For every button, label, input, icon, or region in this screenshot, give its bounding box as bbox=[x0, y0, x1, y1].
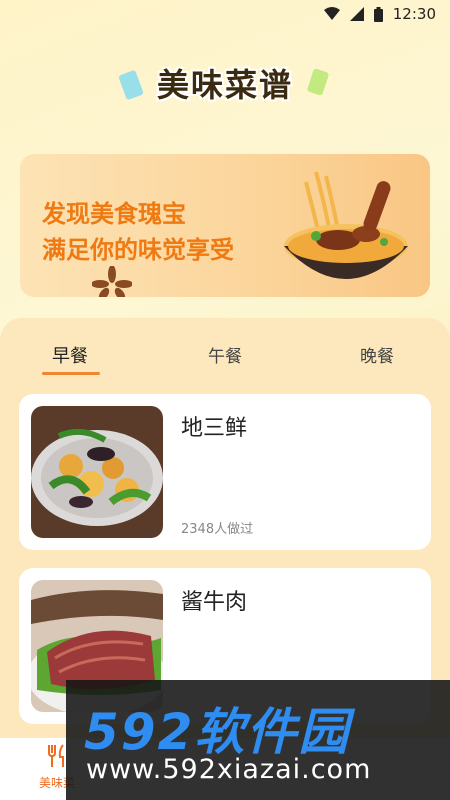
tab-dinner[interactable]: 晚餐 bbox=[360, 342, 394, 367]
watermark-overlay: 592软件园 www.592xiazai.com bbox=[66, 680, 450, 800]
recipe-name: 酱牛肉 bbox=[181, 590, 248, 615]
recipe-panel: 早餐 午餐 晚餐 地三鲜 2348人做过 酱牛肉 bbox=[0, 318, 450, 738]
battery-icon bbox=[373, 6, 383, 22]
star-anise-icon bbox=[92, 266, 132, 297]
fork-knife-icon bbox=[48, 744, 64, 767]
noodle-bowl-image bbox=[284, 171, 408, 279]
banner-subline: 满足你的味觉享受 bbox=[42, 236, 234, 264]
app-title: 美味菜谱 bbox=[156, 66, 293, 104]
promo-banner[interactable]: 发现美食瑰宝 满足你的味觉享受 bbox=[20, 154, 430, 297]
meal-tabs: 早餐 午餐 晚餐 bbox=[0, 338, 450, 378]
status-bar: 12:30 bbox=[0, 0, 450, 28]
tab-lunch[interactable]: 午餐 bbox=[208, 342, 242, 367]
recipe-name: 地三鲜 bbox=[181, 416, 248, 441]
watermark-url: www.592xiazai.com bbox=[86, 754, 372, 785]
banner-headline: 发现美食瑰宝 bbox=[42, 200, 186, 228]
wifi-icon bbox=[323, 7, 340, 21]
recipe-image bbox=[31, 406, 163, 538]
active-tab-indicator bbox=[42, 372, 100, 375]
tab-breakfast[interactable]: 早餐 bbox=[52, 342, 88, 368]
signal-icon bbox=[349, 7, 364, 21]
recipe-made-count: 2348人做过 bbox=[181, 522, 254, 537]
status-time: 12:30 bbox=[392, 5, 436, 23]
recipe-card[interactable]: 地三鲜 2348人做过 bbox=[19, 394, 431, 550]
